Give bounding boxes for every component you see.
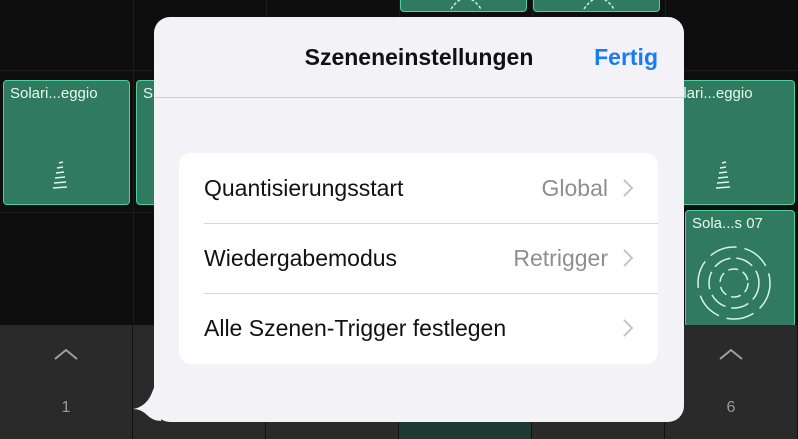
chevron-right-icon	[623, 179, 634, 197]
circular-waveform-icon	[697, 246, 771, 320]
row-value: Global	[541, 174, 608, 201]
chevron-up-icon	[54, 348, 78, 360]
scene-settings-popover: Szeneneinstellungen Fertig Quantisierung…	[154, 17, 684, 422]
chevron-right-icon	[623, 319, 634, 337]
scene-number: 6	[726, 399, 736, 416]
clip-cell[interactable]	[533, 0, 660, 12]
waveform-icon	[583, 0, 615, 10]
scene-trigger-6[interactable]: 6	[665, 325, 798, 439]
row-label: Alle Szenen-Trigger festlegen	[204, 314, 507, 341]
spiral-icon	[52, 161, 68, 189]
clip-label: S	[143, 85, 154, 102]
spiral-icon	[715, 161, 731, 189]
row-value: Retrigger	[513, 244, 608, 271]
clip-label: Solari...eggio	[10, 85, 98, 102]
playback-mode-row[interactable]: Wiedergabemodus Retrigger	[179, 223, 658, 293]
clip-label: Sola...s 07	[692, 215, 763, 232]
quantize-start-row[interactable]: Quantisierungsstart Global	[179, 153, 658, 223]
done-button[interactable]: Fertig	[594, 44, 658, 71]
popover-header: Szeneneinstellungen Fertig	[154, 17, 684, 98]
clip-cell[interactable]: olari...eggio	[668, 80, 795, 205]
chevron-right-icon	[623, 249, 634, 267]
settings-list: Quantisierungsstart Global Wiedergabemod…	[179, 153, 658, 364]
clip-cell[interactable]: Sola...s 07	[685, 210, 795, 327]
clip-cell[interactable]	[400, 0, 527, 12]
clip-label: olari...eggio	[675, 85, 753, 102]
waveform-icon	[450, 0, 482, 10]
grid-line	[133, 0, 134, 325]
clip-cell[interactable]: Solari...eggio	[3, 80, 130, 205]
scene-number: 1	[61, 399, 71, 416]
scene-trigger-1[interactable]: 1	[0, 325, 133, 439]
chevron-up-icon	[719, 348, 743, 360]
row-label: Wiedergabemodus	[204, 244, 398, 271]
row-label: Quantisierungsstart	[204, 174, 404, 201]
set-all-scene-triggers-row[interactable]: Alle Szenen-Trigger festlegen	[179, 293, 658, 363]
